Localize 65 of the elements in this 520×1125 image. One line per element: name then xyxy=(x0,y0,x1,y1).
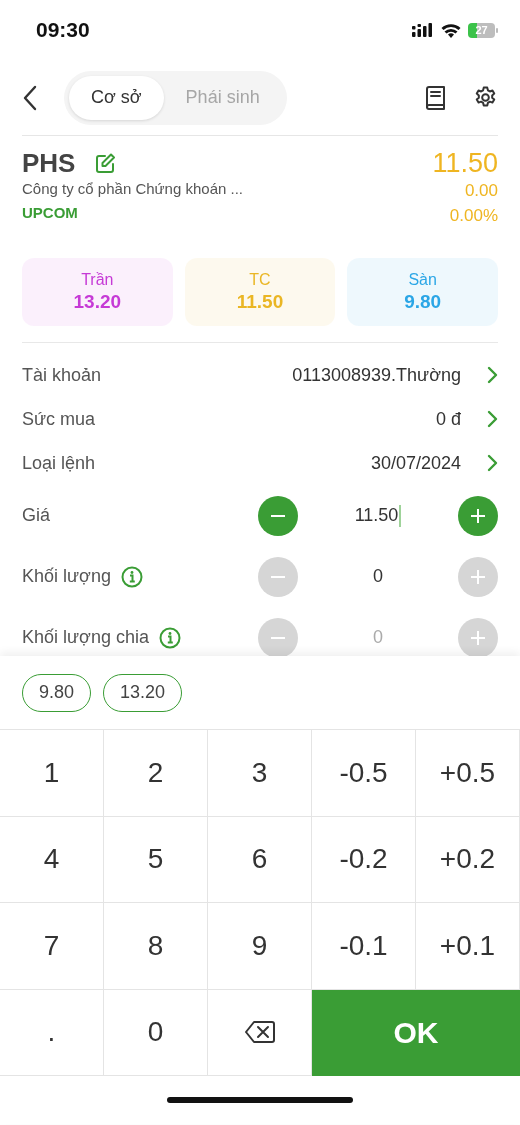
field-label: Khối lượng chia xyxy=(22,627,149,648)
plus-icon xyxy=(471,508,485,523)
keypad-key[interactable]: 4 xyxy=(0,816,104,903)
keypad-key[interactable]: 3 xyxy=(208,730,312,817)
field-value[interactable]: 30/07/2024 xyxy=(370,452,461,474)
plus-icon xyxy=(471,630,485,645)
chevron-right-icon[interactable] xyxy=(487,454,498,472)
current-price: 11.50 xyxy=(432,148,498,178)
quick-price-chip[interactable]: 9.80 xyxy=(22,673,92,712)
backspace-icon xyxy=(244,1021,275,1044)
price-change: 0.00 xyxy=(464,180,498,202)
price-level-value: 11.50 xyxy=(236,291,284,313)
minus-icon xyxy=(271,636,285,639)
keypad-key[interactable]: +0.2 xyxy=(416,816,520,903)
keypad-key[interactable]: 9 xyxy=(208,903,312,990)
keypad-key[interactable]: 2 xyxy=(104,730,208,817)
keypad-key[interactable]: . xyxy=(0,989,104,1076)
value-input[interactable]: 11.50 xyxy=(354,505,399,526)
price-level-value: 9.80 xyxy=(404,291,442,313)
keypad-key[interactable]: 5 xyxy=(104,816,208,903)
price-level-label: Sàn xyxy=(408,271,437,289)
field-label: Giá xyxy=(22,505,50,526)
backspace-key[interactable] xyxy=(208,989,312,1076)
price-level-value: 13.20 xyxy=(73,291,122,313)
increase-button[interactable] xyxy=(458,495,498,536)
keypad-key[interactable]: 0 xyxy=(104,989,208,1076)
field-label: Khối lượng xyxy=(22,566,111,587)
book-icon[interactable] xyxy=(425,85,447,110)
field-value[interactable]: 0 đ xyxy=(435,408,461,430)
field-label: Tài khoản xyxy=(22,364,102,386)
info-icon[interactable] xyxy=(158,626,181,649)
field-label: Sức mua xyxy=(22,408,96,430)
decrease-button[interactable] xyxy=(258,495,298,536)
keypad-key[interactable]: +0.1 xyxy=(416,903,520,990)
chevron-right-icon[interactable] xyxy=(487,410,498,428)
keypad-key[interactable]: 7 xyxy=(0,903,104,990)
keypad-key[interactable]: 8 xyxy=(104,903,208,990)
price-level-label: Trần xyxy=(81,271,114,289)
keypad-key[interactable]: -0.2 xyxy=(312,816,416,903)
settings-icon[interactable] xyxy=(473,85,498,110)
change-percent: 0.00% xyxy=(449,205,498,227)
keypad-key[interactable]: -0.5 xyxy=(312,730,416,817)
exchange-label: UPCOM xyxy=(22,203,79,223)
edit-icon[interactable] xyxy=(95,152,117,174)
quick-price-chip[interactable]: 13.20 xyxy=(103,673,183,712)
stock-symbol: PHS xyxy=(22,148,76,178)
wifi-icon xyxy=(441,22,461,38)
back-icon[interactable] xyxy=(22,84,38,111)
keypad-key[interactable]: -0.1 xyxy=(312,903,416,990)
keypad-key[interactable]: 1 xyxy=(0,730,104,817)
minus-icon xyxy=(271,514,285,517)
keypad-key[interactable]: 6 xyxy=(208,816,312,903)
plus-icon xyxy=(471,569,485,584)
segment-tab[interactable]: Cơ sở xyxy=(69,75,164,120)
signal-icon xyxy=(412,23,434,37)
chevron-right-icon[interactable] xyxy=(487,366,498,384)
price-level-label: TC xyxy=(249,271,271,289)
field-value[interactable]: 0113008939.Thường xyxy=(292,364,461,386)
company-name: Công ty cổ phần Chứng khoán ... xyxy=(22,179,243,199)
field-label: Loại lệnh xyxy=(22,452,96,474)
keypad-key[interactable]: +0.5 xyxy=(416,730,520,817)
minus-icon xyxy=(271,575,285,578)
value-input[interactable]: 0 xyxy=(373,566,383,587)
info-icon[interactable] xyxy=(120,565,143,588)
clock-time: 09:30 xyxy=(36,18,90,42)
